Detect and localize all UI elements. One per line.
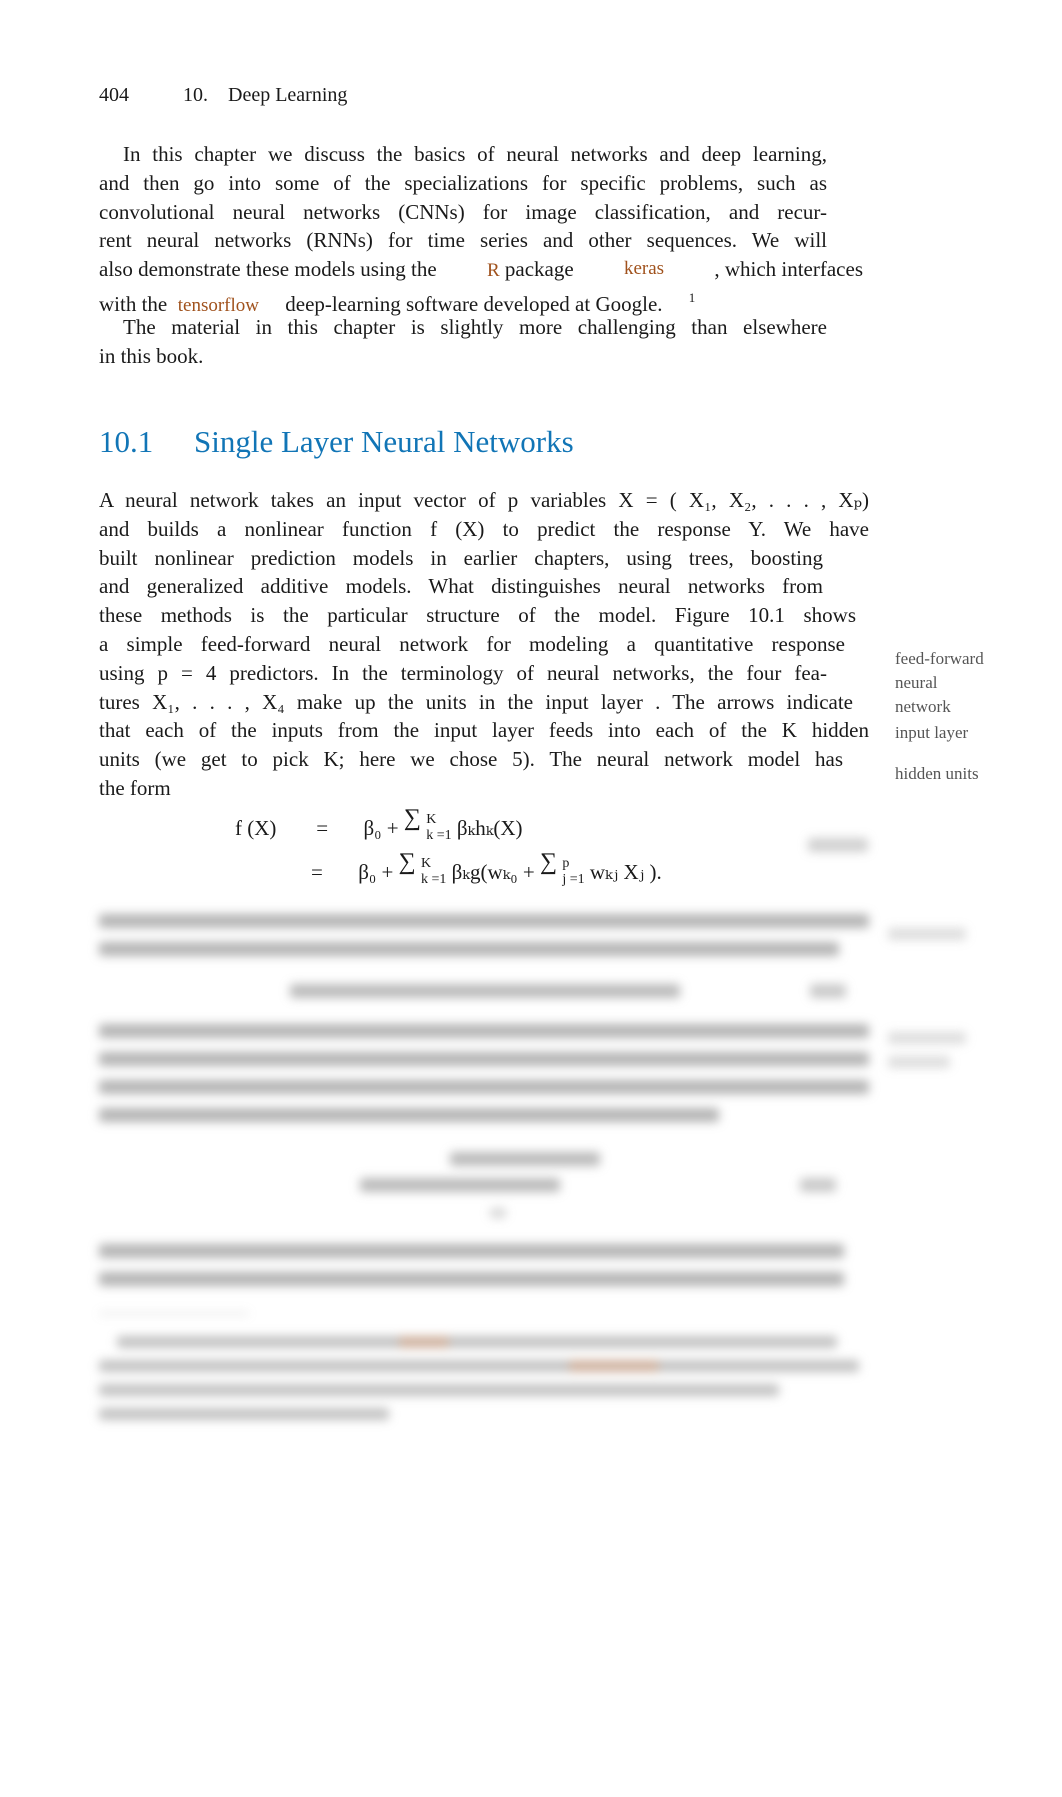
chapter-number: 10. [183,84,208,106]
text-line: in this book. [99,343,204,368]
sum-symbol: ∑ [539,848,558,875]
code-keras: keras [623,258,665,280]
page-number: 404 [99,84,129,106]
blurred-footnotes [99,1330,889,1430]
text-line: convolutional neural networks (CNNs) for… [99,199,827,224]
text-line: with the tensorflow deep-learning softwa… [99,289,696,316]
text-line: that each of the inputs from the input l… [99,718,869,743]
blurred-paragraph [99,908,869,968]
margin-note-hidden-units: hidden units [895,764,979,783]
blurred-margin-note [888,926,968,946]
text-line: The material in this chapter is slightly… [123,314,827,339]
chapter-title: Deep Learning [228,84,348,106]
equation-line-2: = β₀ + ∑ Kk =1 βₖg(wₖ₀ + ∑ pj =1 wₖⱼ Xⱼ … [311,848,662,887]
text-line: and builds a nonlinear function f (X) to… [99,516,869,541]
text-line: In this chapter we discuss the basics of… [123,142,827,166]
margin-note-feed-forward: feed-forward neural network [895,649,984,716]
text-line: A neural network takes an input vector o… [99,488,869,512]
section-heading: 10.1 Single Layer Neural Networks [99,424,574,460]
blurred-content-overlay [0,900,1062,1460]
equation-line-1: f (X) = β₀ + ∑ Kk =1 βₖhₖ(X) [235,804,523,843]
text-line: also demonstrate these models using the … [99,255,863,284]
text-line: the form [99,775,171,800]
text-line: these methods is the particular structur… [99,603,856,628]
intro-paragraph: In this chapter we discuss the basics of… [99,140,863,370]
body-paragraph: A neural network takes an input vector o… [99,486,869,803]
blurred-paragraph [99,1018,869,1138]
text-line: a simple feed-forward neural network for… [99,631,845,656]
blurred-equation [290,970,846,1010]
text-line: rent neural networks (RNNs) for time ser… [99,228,827,253]
footnote-marker[interactable]: 1 [689,290,696,305]
text-line: tures X₁, . . . , X₄ make up the units i… [99,689,853,714]
equation-lhs: f (X) [235,815,277,840]
blurred-equation [360,1148,840,1228]
text-line: and then go into some of the specializat… [99,170,827,195]
text-line: built nonlinear prediction models in ear… [99,545,823,570]
text-line: using p = 4 predictors. In the terminolo… [99,660,827,685]
footnote-rule [99,1310,249,1320]
sum-symbol: ∑ [398,848,416,875]
code-r: R [486,260,500,282]
equation-number-blurred [808,838,868,854]
section-number: 10.1 [99,424,154,459]
margin-note-input-layer: input layer [895,723,969,742]
blurred-margin-note [888,1030,978,1080]
running-head: 404 10. Deep Learning [99,84,347,107]
sum-symbol: ∑ [403,804,421,831]
section-title: Single Layer Neural Networks [194,424,574,459]
text-line: and generalized additive models. What di… [99,574,823,599]
blurred-paragraph [99,1238,869,1298]
text-line: units (we get to pick K; here we chose 5… [99,747,843,772]
